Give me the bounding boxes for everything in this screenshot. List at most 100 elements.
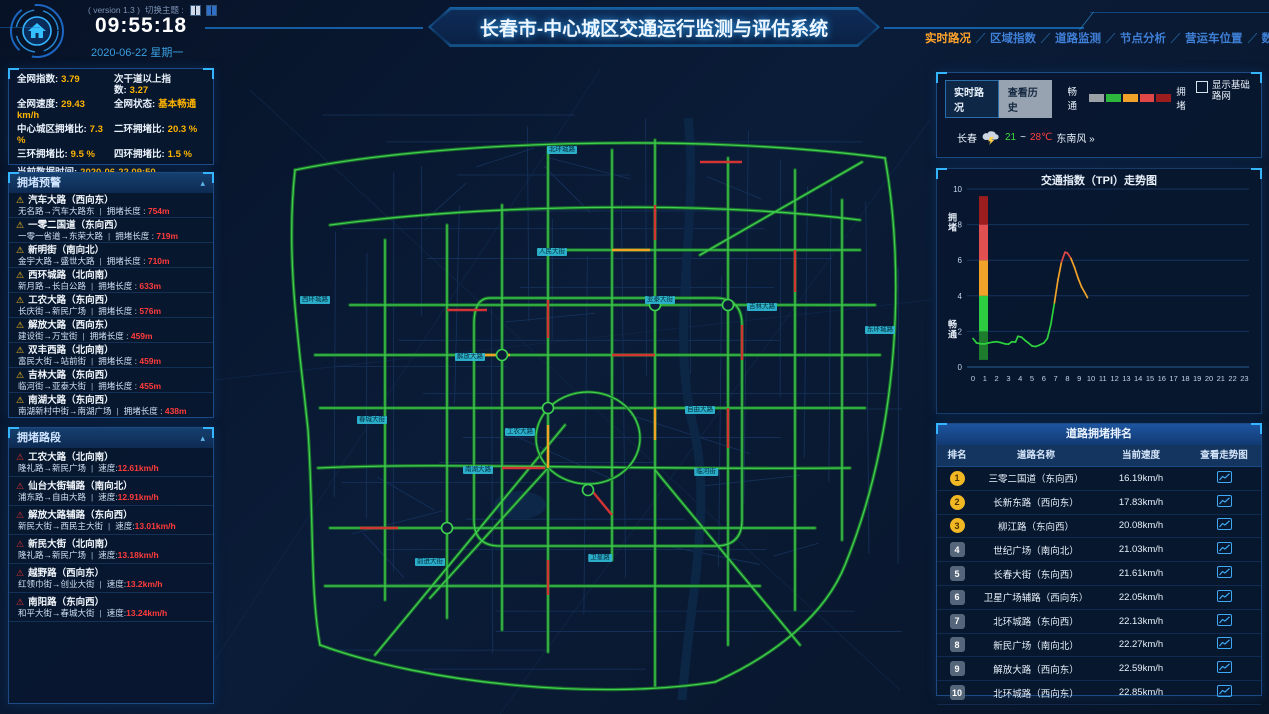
rank-badge: 7 <box>950 614 965 629</box>
map-road-label: 前进大街 <box>415 558 445 566</box>
warning-triangle-icon: ⚠ <box>16 196 24 205</box>
trend-chart-icon <box>1217 661 1232 673</box>
congestion-list-item[interactable]: ⚠南阳路（东向西） 和平大街→春城大街|速度:13.24km/h <box>9 593 213 622</box>
svg-text:5: 5 <box>1030 374 1034 383</box>
svg-text:8: 8 <box>1065 374 1069 383</box>
theme-light-button[interactable] <box>191 6 200 15</box>
stat-item: 四环拥堵比:1.5 % <box>114 149 205 160</box>
road-segment: 红领巾街→创业大街 <box>18 579 95 589</box>
collapse-arrow-icon[interactable]: ▴ <box>200 173 205 193</box>
speed-value: 22.85km/h <box>1095 687 1187 698</box>
header-deco-line-right <box>884 27 1084 29</box>
alert-triangle-icon: ⚠ <box>16 540 24 549</box>
road-name: 一零二国道（东向西） <box>28 220 123 231</box>
show-base-network-toggle[interactable]: 显示基础路网 <box>1196 80 1253 102</box>
svg-text:6: 6 <box>1042 374 1046 383</box>
warning-list-item[interactable]: ⚠工农大路（东向西） 长庆街→新民广场|拥堵长度 : 576m <box>9 293 213 318</box>
view-trend-button[interactable] <box>1187 495 1261 510</box>
svg-text:2: 2 <box>958 327 963 336</box>
nav-item[interactable]: 数据查询 <box>1243 30 1269 46</box>
congestion-panel-header[interactable]: 拥堵路段 ▴ <box>9 428 213 448</box>
road-name: 长新东路（西向东） <box>977 495 1095 509</box>
warning-triangle-icon: ⚠ <box>16 396 24 405</box>
road-segment: 建设街→万宝街 <box>18 331 78 341</box>
warning-list-item[interactable]: ⚠南湖大路（东向西） 南湖新村中街→南湖广场|拥堵长度 : 438m <box>9 393 213 417</box>
speed-value: 22.05km/h <box>1095 592 1187 603</box>
warning-list: ⚠汽车大路（西向东） 无名路→汽车大路东|拥堵长度 : 754m ⚠一零二国道（… <box>9 193 213 417</box>
congestion-list-item[interactable]: ⚠解放大路辅路（东向西） 新民大街→西民主大街|速度:13.01km/h <box>9 506 213 535</box>
view-trend-button[interactable] <box>1187 661 1261 676</box>
metric-label: 速度: <box>107 579 126 589</box>
stat-value: 20.3 % <box>168 124 198 135</box>
warning-triangle-icon: ⚠ <box>16 346 24 355</box>
trend-chart-icon <box>1217 614 1232 626</box>
road-segment: 一零一省道→东荣大路 <box>18 231 103 241</box>
warning-panel-header[interactable]: 拥堵预警 ▴ <box>9 173 213 193</box>
road-name: 长春大街（东向西） <box>977 567 1095 581</box>
view-trend-button[interactable] <box>1187 685 1261 700</box>
road-name: 三零二国道（东向西） <box>977 471 1095 485</box>
legend-color-block <box>1106 94 1121 102</box>
road-name: 解放大路辅路（东向西） <box>28 510 133 521</box>
road-name: 工农大路（北向南） <box>28 452 114 463</box>
alert-triangle-icon: ⚠ <box>16 569 24 578</box>
speed-value: 22.13km/h <box>1095 616 1187 627</box>
metric-label: 速度: <box>107 608 126 618</box>
theme-dark-button[interactable] <box>207 6 216 15</box>
congestion-list-item[interactable]: ⚠工农大路（北向南） 隆礼路→新民广场|速度:12.61km/h <box>9 448 213 477</box>
trend-chart-icon <box>1217 590 1232 602</box>
map-road-label: 吉林大路 <box>747 303 777 311</box>
jam-length-value: 719m <box>156 231 178 241</box>
svg-text:0: 0 <box>958 363 963 372</box>
congestion-list-item[interactable]: ⚠新民大街（北向南） 隆礼路→新民广场|速度:13.18km/h <box>9 535 213 564</box>
svg-text:14: 14 <box>1134 374 1142 383</box>
congestion-list-item[interactable]: ⚠越野路（西向东） 红领巾街→创业大街|速度:13.2km/h <box>9 564 213 593</box>
stat-value: 3.27 <box>130 85 149 96</box>
view-trend-button[interactable] <box>1187 518 1261 533</box>
map-road-label: 临河街 <box>694 468 718 476</box>
speed-value: 13.01km/h <box>135 521 176 531</box>
view-trend-button[interactable] <box>1187 542 1261 557</box>
view-trend-button[interactable] <box>1187 566 1261 581</box>
nav-item[interactable]: 节点分析 <box>1101 30 1166 46</box>
checkbox-icon[interactable] <box>1196 81 1208 93</box>
realtime-traffic-button[interactable]: 实时路况 <box>945 80 999 118</box>
trend-chart-icon <box>1217 542 1232 554</box>
road-name: 北环城路（西向东） <box>977 686 1095 700</box>
view-trend-button[interactable] <box>1187 471 1261 486</box>
nav-item[interactable]: 区域指数 <box>971 30 1036 46</box>
metric-label: 拥堵长度 : <box>98 281 137 291</box>
metric-label: 速度: <box>98 463 117 473</box>
collapse-arrow-icon[interactable]: ▴ <box>200 428 205 448</box>
view-trend-button[interactable] <box>1187 614 1261 629</box>
warning-list-item[interactable]: ⚠解放大路（西向东） 建设街→万宝街|拥堵长度 : 459m <box>9 318 213 343</box>
warning-list-item[interactable]: ⚠西环城路（北向南） 新月路→长白公路|拥堵长度 : 633m <box>9 268 213 293</box>
road-segment: 富民大街→站前街 <box>18 356 86 366</box>
jam-length-value: 455m <box>139 381 161 391</box>
nav-item[interactable]: 道路监测 <box>1036 30 1101 46</box>
stat-item: 三环拥堵比:9.5 % <box>17 149 108 160</box>
congestion-list-item[interactable]: ⚠仙台大街辅路（南向北） 浦东路→自由大路|速度:12.91km/h <box>9 477 213 506</box>
view-trend-button[interactable] <box>1187 637 1261 652</box>
view-trend-button[interactable] <box>1187 590 1261 605</box>
svg-text:拥堵: 拥堵 <box>948 212 957 233</box>
nav-item[interactable]: 营运车位置 <box>1166 30 1243 46</box>
rank-badge: 5 <box>950 566 965 581</box>
warning-list-item[interactable]: ⚠新明街（南向北） 金宇大路→盛世大路|拥堵长度 : 710m <box>9 243 213 268</box>
road-name: 仙台大街辅路（南向北） <box>28 481 133 492</box>
svg-text:3: 3 <box>1006 374 1010 383</box>
jam-length-value: 459m <box>131 331 153 341</box>
road-name: 北环城路（东向西） <box>977 614 1095 628</box>
wind-link[interactable]: 东南风 » <box>1056 130 1094 145</box>
view-history-button[interactable]: 查看历史 <box>999 80 1053 118</box>
warning-list-item[interactable]: ⚠双丰西路（北向南） 富民大街→站前街|拥堵长度 : 459m <box>9 343 213 368</box>
home-logo-button[interactable] <box>8 2 66 60</box>
warning-list-item[interactable]: ⚠吉林大路（东向西） 临河街→亚泰大街|拥堵长度 : 455m <box>9 368 213 393</box>
warning-list-item[interactable]: ⚠一零二国道（东向西） 一零一省道→东荣大路|拥堵长度 : 719m <box>9 218 213 243</box>
road-segment: 新民大街→西民主大街 <box>18 521 103 531</box>
warning-list-item[interactable]: ⚠汽车大路（西向东） 无名路→汽车大路东|拥堵长度 : 754m <box>9 193 213 218</box>
map-road-label: 北环城路 <box>547 146 577 154</box>
map-road-label: 工农大路 <box>505 428 535 436</box>
nav-item[interactable]: 实时路况 <box>925 30 971 46</box>
metric-label: 拥堵长度 : <box>98 381 137 391</box>
